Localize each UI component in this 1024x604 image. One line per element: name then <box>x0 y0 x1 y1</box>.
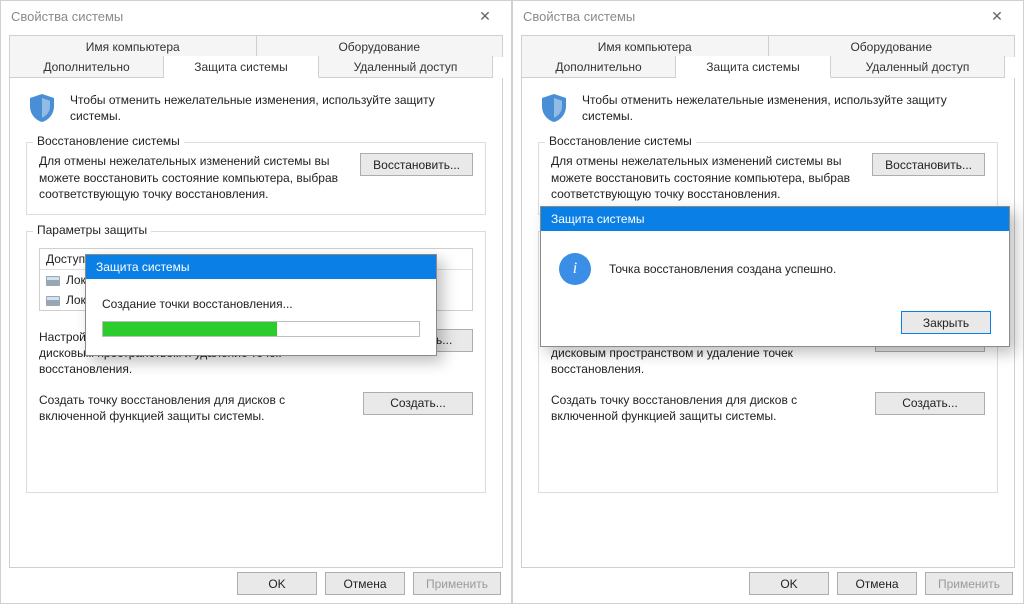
cancel-button[interactable]: Отмена <box>837 572 917 595</box>
create-button[interactable]: Создать... <box>363 392 473 415</box>
progress-bar <box>102 321 420 337</box>
disk-icon <box>46 296 60 306</box>
ok-button[interactable]: OK <box>749 572 829 595</box>
dialog-title: Защита системы <box>541 207 1009 231</box>
tab-system-protection[interactable]: Защита системы <box>164 56 319 78</box>
disk-icon <box>46 276 60 286</box>
intro-text: Чтобы отменить нежелательные изменения, … <box>70 92 486 124</box>
tab-hardware[interactable]: Оборудование <box>257 35 504 57</box>
create-text: Создать точку восстановления для дисков … <box>551 392 865 424</box>
tab-remote[interactable]: Удаленный доступ <box>831 56 1005 78</box>
shield-icon <box>538 92 570 124</box>
create-text: Создать точку восстановления для дисков … <box>39 392 353 424</box>
restore-text: Для отмены нежелательных изменений систе… <box>39 153 350 202</box>
intro-text: Чтобы отменить нежелательные изменения, … <box>582 92 998 124</box>
ok-button[interactable]: OK <box>237 572 317 595</box>
restore-legend: Восстановление системы <box>545 134 696 148</box>
restore-fieldset: Восстановление системы Для отмены нежела… <box>26 142 486 215</box>
dialog-title: Защита системы <box>86 255 436 279</box>
apply-button: Применить <box>413 572 501 595</box>
tab-advanced[interactable]: Дополнительно <box>9 56 164 78</box>
titlebar: Свойства системы ✕ <box>513 1 1023 31</box>
close-icon[interactable]: ✕ <box>977 8 1017 25</box>
shield-icon <box>26 92 58 124</box>
tab-advanced[interactable]: Дополнительно <box>521 56 676 78</box>
tab-remote[interactable]: Удаленный доступ <box>319 56 493 78</box>
window-title: Свойства системы <box>519 9 977 24</box>
progress-text: Создание точки восстановления... <box>102 297 420 311</box>
info-icon: i <box>559 253 591 285</box>
params-legend: Параметры защиты <box>33 223 151 237</box>
window-title: Свойства системы <box>7 9 465 24</box>
info-text: Точка восстановления создана успешно. <box>609 262 836 276</box>
restore-button[interactable]: Восстановить... <box>360 153 473 176</box>
cancel-button[interactable]: Отмена <box>325 572 405 595</box>
restore-text: Для отмены нежелательных изменений систе… <box>551 153 862 202</box>
titlebar: Свойства системы ✕ <box>1 1 511 31</box>
restore-legend: Восстановление системы <box>33 134 184 148</box>
create-button[interactable]: Создать... <box>875 392 985 415</box>
close-icon[interactable]: ✕ <box>465 8 505 25</box>
restore-button[interactable]: Восстановить... <box>872 153 985 176</box>
tab-system-protection[interactable]: Защита системы <box>676 56 831 78</box>
restore-fieldset: Восстановление системы Для отмены нежела… <box>538 142 998 215</box>
tab-hardware[interactable]: Оборудование <box>769 35 1016 57</box>
close-button[interactable]: Закрыть <box>901 311 991 334</box>
apply-button: Применить <box>925 572 1013 595</box>
tab-computer-name[interactable]: Имя компьютера <box>9 35 257 57</box>
tab-computer-name[interactable]: Имя компьютера <box>521 35 769 57</box>
progress-dialog: Защита системы Создание точки восстановл… <box>85 254 437 356</box>
info-dialog: Защита системы i Точка восстановления со… <box>540 206 1010 347</box>
